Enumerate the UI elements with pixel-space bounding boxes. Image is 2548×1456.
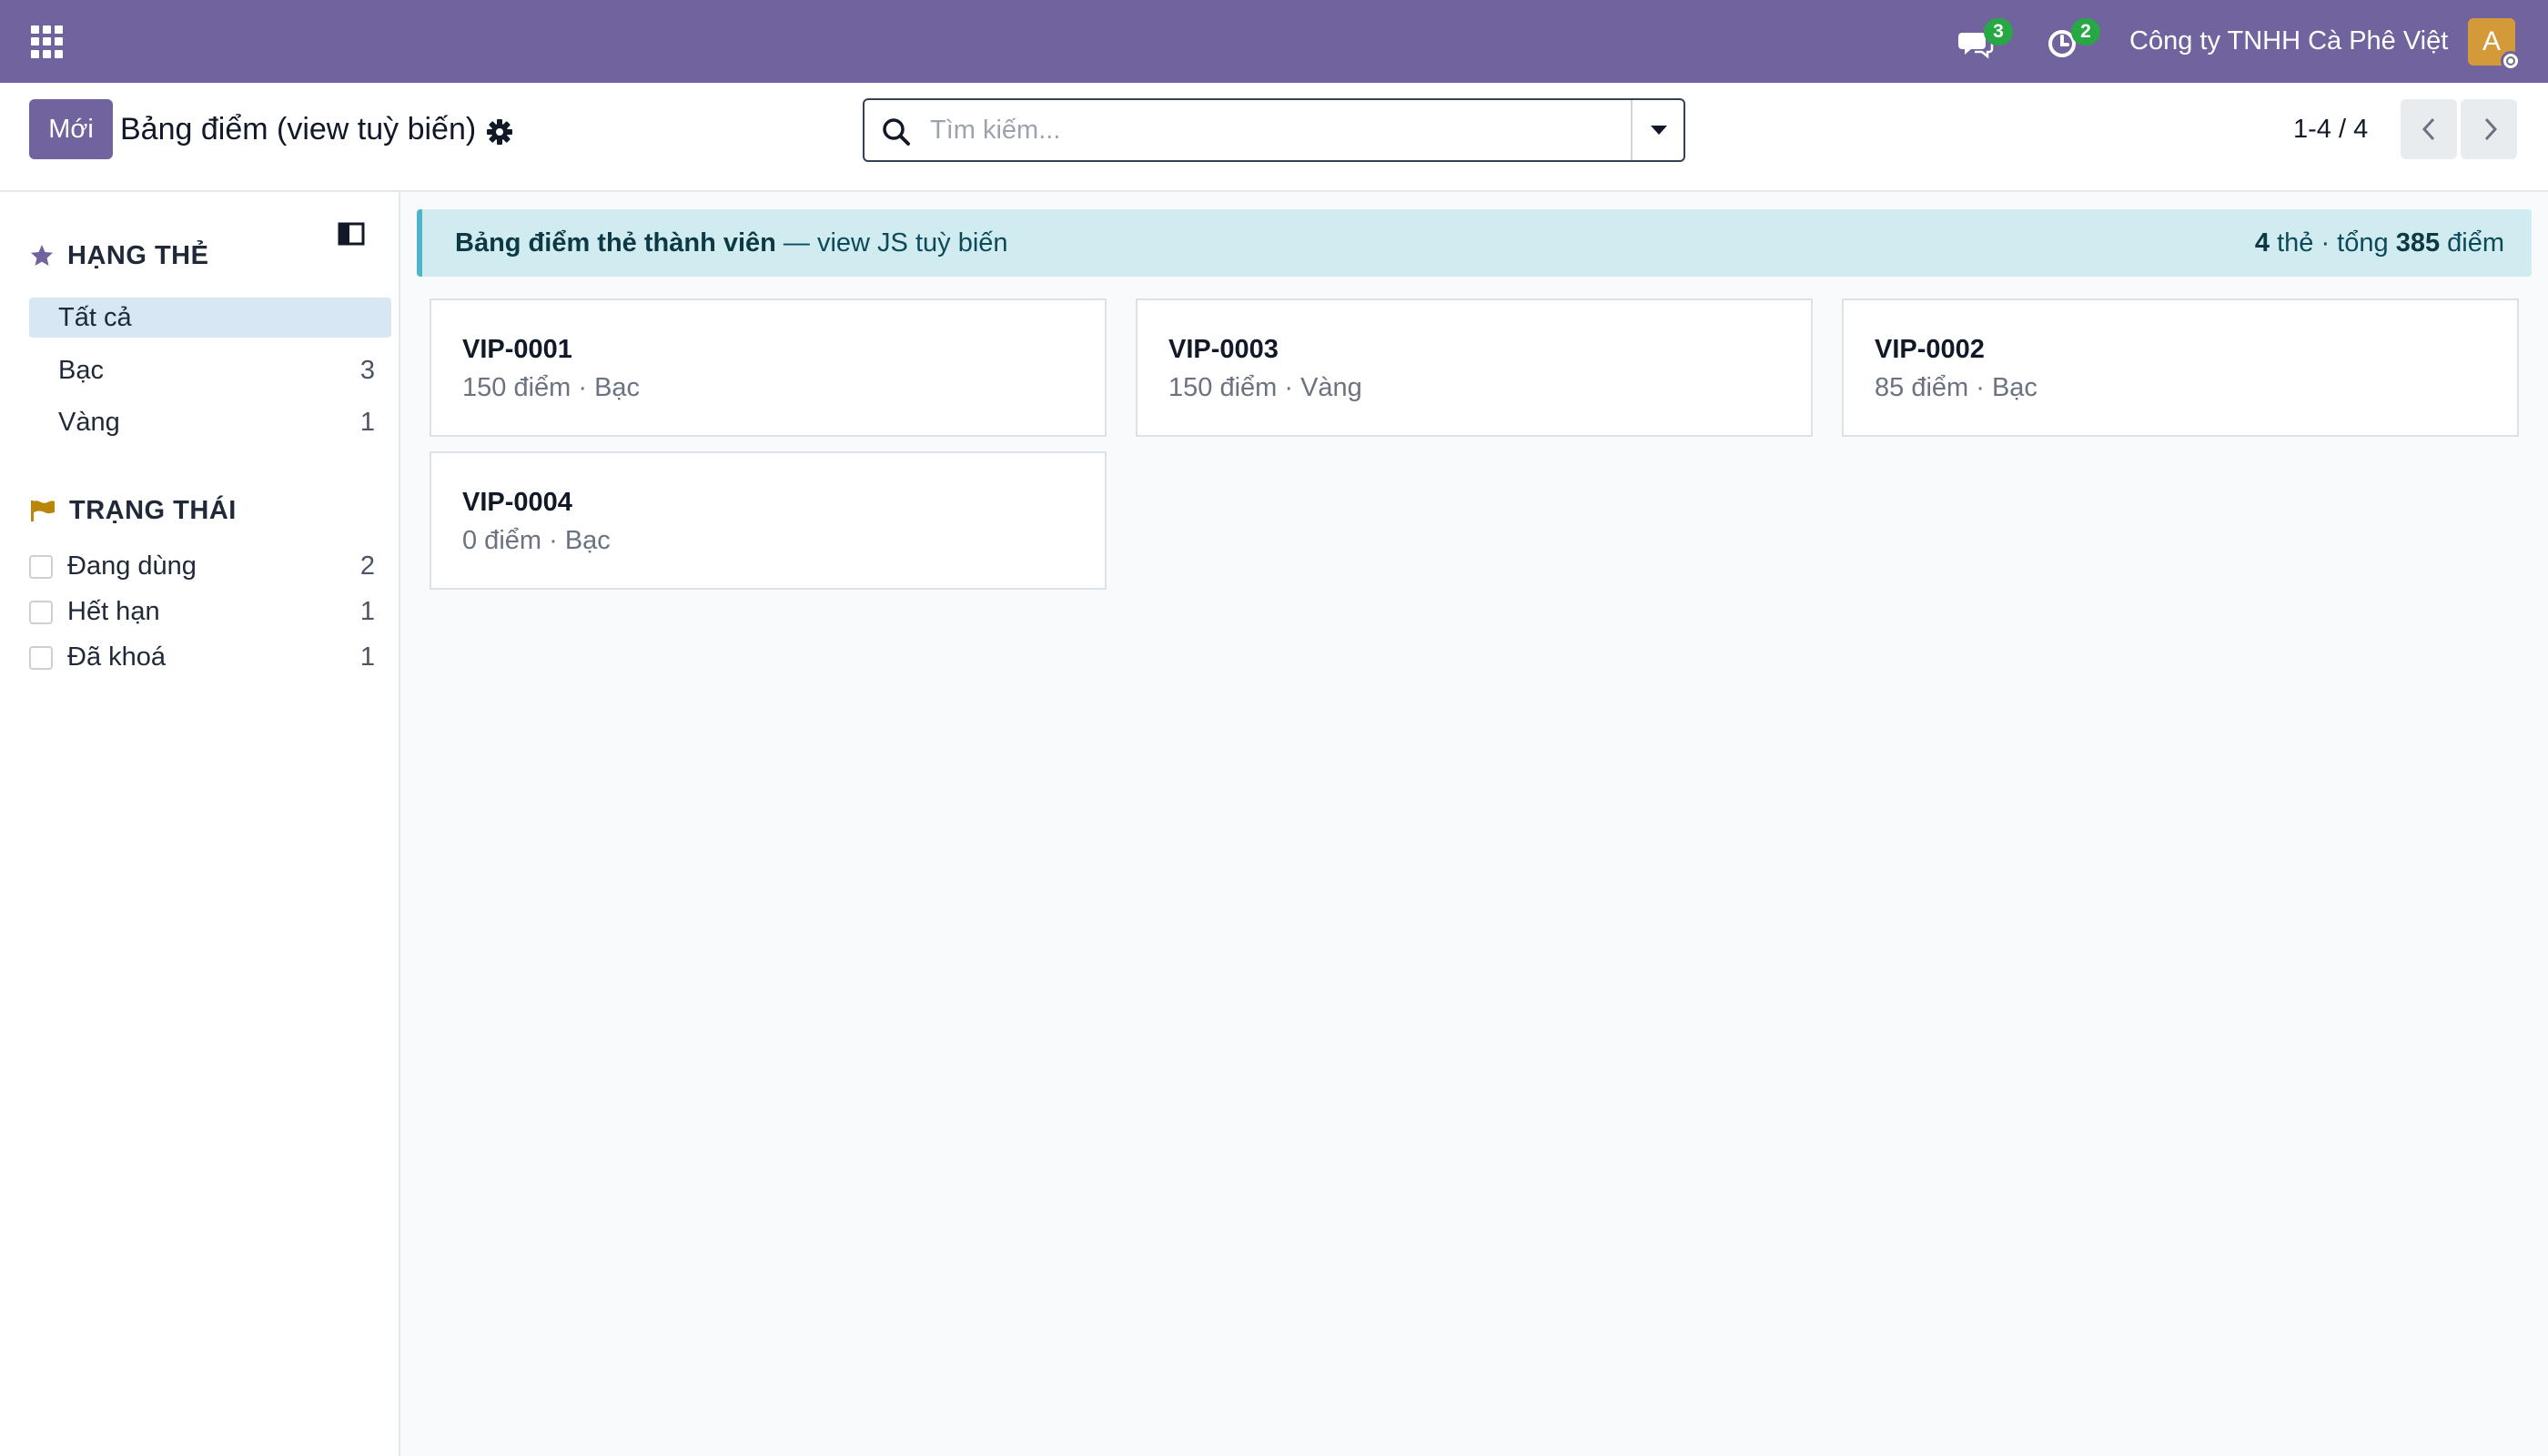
chevron-left-icon [2422,117,2435,141]
page-title: Bảng điểm (view tuỳ biến) [120,112,477,147]
search-panel-sidebar: HẠNG THẺ Tất cả Bạc 3 Vàng 1 TRẠNG THÁI … [0,192,400,1456]
tier-item-count: 1 [359,408,375,437]
member-card[interactable]: VIP-0004 0 điểm · Bạc [430,451,1107,590]
card-code: VIP-0003 [1168,335,1279,364]
sidebar-collapse-icon[interactable] [337,219,366,248]
card-count-unit: thẻ · tổng [2270,228,2396,258]
points-unit: điểm [2440,228,2504,258]
banner-title-bold: Bảng điểm thẻ thành viên [455,228,776,258]
total-points: 385 [2395,228,2441,258]
tier-section-title: HẠNG THẺ [67,240,209,270]
banner-summary: 4 thẻ · tổng 385 điểm [2255,209,2504,277]
top-navbar: 3 2 Công ty TNHH Cà Phê Việt A [0,0,2548,83]
search-bar [863,98,1685,162]
gear-icon[interactable] [485,117,514,147]
tier-item-count: 3 [359,356,375,385]
status-checkbox[interactable] [29,555,53,579]
messages-badge: 3 [1984,18,2013,46]
status-item-label: Hết hạn [67,597,160,626]
pager-previous-button[interactable] [2401,99,2457,159]
member-card[interactable]: VIP-0003 150 điểm · Vàng [1136,298,1813,437]
pager-next-button[interactable] [2461,99,2517,159]
status-item-count: 2 [359,551,375,581]
card-code: VIP-0002 [1875,335,1985,364]
card-detail: 0 điểm · Bạc [462,526,611,555]
presence-status-icon [2501,51,2521,71]
tier-item-all[interactable]: Tất cả [29,298,391,338]
status-item-active[interactable]: Đang dùng 2 [29,546,375,586]
card-code: VIP-0004 [462,488,572,517]
tier-item-label: Bạc [58,356,104,385]
status-item-locked[interactable]: Đã khoá 1 [29,637,375,677]
search-input[interactable] [930,100,1585,160]
card-detail: 85 điểm · Bạc [1875,373,2037,402]
control-panel: Mới Bảng điểm (view tuỳ biến) 1-4 / 4 [0,83,2548,192]
search-icon [883,118,910,146]
member-card[interactable]: VIP-0002 85 điểm · Bạc [1842,298,2519,437]
messages-button[interactable]: 3 [1958,18,2013,62]
status-section-header: TRẠNG THÁI [29,492,237,529]
tier-item-silver[interactable]: Bạc 3 [29,350,391,390]
new-button[interactable]: Mới [29,99,113,159]
info-banner: Bảng điểm thẻ thành viên — view JS tuỳ b… [417,209,2532,277]
banner-title: Bảng điểm thẻ thành viên — view JS tuỳ b… [455,209,1008,277]
avatar-letter: A [2482,26,2501,56]
pager-value[interactable]: 1-4 / 4 [2293,99,2368,159]
status-checkbox[interactable] [29,601,53,624]
member-card[interactable]: VIP-0001 150 điểm · Bạc [430,298,1107,437]
tier-item-label: Tất cả [58,303,132,332]
search-options-toggle[interactable] [1631,100,1684,160]
status-item-count: 1 [359,597,375,626]
tier-section-header: HẠNG THẺ [29,238,208,274]
activities-badge: 2 [2071,18,2100,46]
status-section-title: TRẠNG THÁI [69,495,237,525]
status-item-label: Đang dùng [67,551,197,581]
card-count: 4 [2254,228,2270,258]
flag-icon [31,500,55,521]
status-item-expired[interactable]: Hết hạn 1 [29,592,375,632]
status-item-label: Đã khoá [67,642,167,672]
user-avatar[interactable]: A [2468,18,2521,71]
company-switcher[interactable]: Công ty TNHH Cà Phê Việt [2129,0,2448,83]
chevron-right-icon [2484,117,2498,141]
apps-menu-icon[interactable] [31,25,64,58]
banner-subtitle: — view JS tuỳ biến [775,228,1008,258]
card-detail: 150 điểm · Vàng [1168,373,1362,402]
status-item-count: 1 [359,642,375,672]
tier-item-label: Vàng [58,408,120,437]
star-icon [31,245,53,266]
status-checkbox[interactable] [29,646,53,670]
activities-button[interactable]: 2 [2046,18,2100,62]
card-detail: 150 điểm · Bạc [462,373,641,402]
tier-item-gold[interactable]: Vàng 1 [29,402,391,442]
card-code: VIP-0001 [462,335,572,364]
